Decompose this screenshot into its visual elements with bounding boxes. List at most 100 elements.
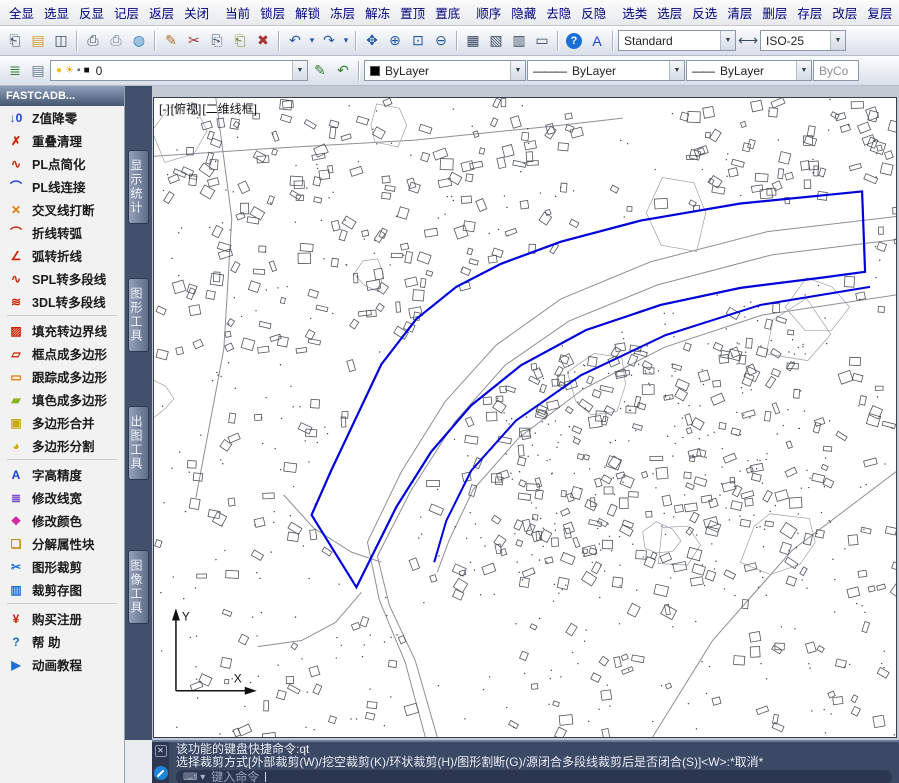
linetype-combo[interactable]: ——— ByLayer ▼ (527, 60, 685, 81)
menu-item[interactable]: 记层 (109, 1, 144, 24)
menu-item[interactable]: 选层 (652, 1, 687, 24)
palette-item[interactable]: ≣修改线宽 (0, 486, 124, 509)
chevron-down-icon[interactable]: ▼ (510, 61, 525, 80)
menu-item[interactable]: 选显 (39, 1, 74, 24)
menu-item[interactable]: 去隐 (541, 1, 576, 24)
menu-item[interactable]: 返层 (144, 1, 179, 24)
command-input[interactable]: ⌨ ▾ 键入命令 (176, 770, 892, 783)
viewport-control[interactable]: [-] (159, 102, 170, 116)
palette-item[interactable]: ∿PL点简化 (0, 152, 124, 175)
pan-icon[interactable]: ✥ (361, 30, 383, 52)
palette-item[interactable]: ▨填充转边界线 (0, 319, 124, 342)
palette-item[interactable]: ❏分解属性块 (0, 532, 124, 555)
palette-item[interactable]: ▥裁剪存图 (0, 578, 124, 601)
palette-item[interactable]: ≋3DL转多段线 (0, 290, 124, 313)
menu-item[interactable]: 复层 (862, 1, 897, 24)
publish-icon[interactable]: ◍ (128, 30, 150, 52)
text-style-combo[interactable]: Standard ▼ (618, 30, 736, 51)
side-tab[interactable]: 显示统计 (128, 150, 149, 224)
menu-item[interactable]: 解锁 (290, 1, 325, 24)
make-object-layer-current-icon[interactable]: ✎ (309, 60, 331, 82)
menu-item[interactable]: 冻层 (325, 1, 360, 24)
undo-list-icon[interactable]: ▾ (307, 30, 317, 52)
palette-item[interactable]: ↓0Z值降零 (0, 106, 124, 129)
palette-item[interactable]: ∠弧转折线 (0, 244, 124, 267)
palette-item[interactable]: ?帮 助 (0, 630, 124, 653)
menu-item[interactable]: 置顶 (395, 1, 430, 24)
layer-properties-icon[interactable]: ≣ (4, 60, 26, 82)
menu-item[interactable]: 改层 (827, 1, 862, 24)
chevron-down-icon[interactable]: ▼ (720, 31, 735, 50)
menu-item[interactable]: 反隐 (576, 1, 611, 24)
menu-item[interactable]: 选类 (617, 1, 652, 24)
palette-item[interactable]: ⌒PL线连接 (0, 175, 124, 198)
open-icon[interactable]: ▤ (27, 30, 49, 52)
chevron-down-icon[interactable]: ▼ (292, 61, 307, 80)
sheet-set-icon[interactable]: ▧ (485, 30, 507, 52)
dim-style-icon[interactable]: ⟷ (737, 30, 759, 52)
menu-item[interactable]: 全显 (4, 1, 39, 24)
color-combo[interactable]: ByLayer ▼ (364, 60, 526, 81)
palette-item[interactable]: ✗重叠清理 (0, 129, 124, 152)
menu-item[interactable]: 清层 (722, 1, 757, 24)
undo-icon[interactable]: ↶ (284, 30, 306, 52)
palette-item[interactable]: ◕多边形分割 (0, 434, 124, 457)
zoom-window-icon[interactable]: ⊡ (407, 30, 429, 52)
palette-item[interactable]: ▱框点成多边形 (0, 342, 124, 365)
new-icon[interactable]: ⎗ (4, 30, 26, 52)
menu-item[interactable]: 反显 (74, 1, 109, 24)
dim-style-combo[interactable]: ISO-25 ▼ (760, 30, 846, 51)
menu-item[interactable]: 当前 (220, 1, 255, 24)
menu-item[interactable]: 顺序 (471, 1, 506, 24)
palette-item[interactable]: ▭跟踪成多边形 (0, 365, 124, 388)
layer-previous-icon[interactable]: ↶ (332, 60, 354, 82)
close-icon[interactable]: ✕ (155, 745, 167, 757)
menu-item[interactable]: 关闭 (179, 1, 214, 24)
drawing-canvas[interactable]: [-][俯视][二维线框] YX (153, 97, 897, 738)
lineweight-combo[interactable]: —— ByLayer ▼ (686, 60, 812, 81)
menu-item[interactable]: 隐藏 (506, 1, 541, 24)
side-tab[interactable]: 图像工具 (128, 550, 149, 624)
zoom-previous-icon[interactable]: ⊖ (430, 30, 452, 52)
help-icon[interactable]: ? (566, 33, 582, 49)
plot-preview-icon[interactable]: ⎙ (105, 30, 127, 52)
menu-item[interactable]: 反选 (687, 1, 722, 24)
match-properties-icon[interactable]: ✎ (160, 30, 182, 52)
cut-icon[interactable]: ✂ (183, 30, 205, 52)
menu-item[interactable]: 锁层 (255, 1, 290, 24)
palette-item[interactable]: ▶动画教程 (0, 653, 124, 676)
chevron-down-icon[interactable]: ▼ (830, 31, 845, 50)
viewports-icon[interactable]: ▦ (462, 30, 484, 52)
side-tab[interactable]: 出图工具 (128, 406, 149, 480)
save-icon[interactable]: ◫ (50, 30, 72, 52)
print-icon[interactable]: ⎙ (82, 30, 104, 52)
customize-icon[interactable] (154, 766, 168, 780)
layer-states-icon[interactable]: ▤ (27, 60, 49, 82)
text-style-icon[interactable]: A (586, 30, 608, 52)
palette-item[interactable]: ✕交叉线打断 (0, 198, 124, 221)
viewport-control[interactable]: [二维线框] (202, 102, 257, 116)
palette-item[interactable]: A字高精度 (0, 463, 124, 486)
menu-item[interactable]: 置底 (430, 1, 465, 24)
palette-item[interactable]: ✂图形裁剪 (0, 555, 124, 578)
menu-item[interactable]: 存层 (792, 1, 827, 24)
layer-combo[interactable]: ●☀▪■ 0 ▼ (50, 60, 308, 81)
palette-item[interactable]: ❖修改颜色 (0, 509, 124, 532)
chevron-down-icon[interactable]: ▼ (796, 61, 811, 80)
palette-item[interactable]: ¥购买注册 (0, 607, 124, 630)
redo-icon[interactable]: ↷ (318, 30, 340, 52)
palette-item[interactable]: ⌒折线转弧 (0, 221, 124, 244)
menu-item[interactable]: 删层 (757, 1, 792, 24)
menu-item[interactable]: 解冻 (360, 1, 395, 24)
copy-icon[interactable]: ⎘ (206, 30, 228, 52)
palette-item[interactable]: ∿SPL转多段线 (0, 267, 124, 290)
chevron-down-icon[interactable]: ▼ (669, 61, 684, 80)
palette-item[interactable]: ▰填色成多边形 (0, 388, 124, 411)
zoom-realtime-icon[interactable]: ⊕ (384, 30, 406, 52)
side-tab[interactable]: 图形工具 (128, 278, 149, 352)
paste-icon[interactable]: ⎗ (229, 30, 251, 52)
field-icon[interactable]: ▭ (531, 30, 553, 52)
erase-icon[interactable]: ✖ (252, 30, 274, 52)
command-history[interactable]: 该功能的键盘快捷命令:qt 选择裁剪方式[外部裁剪(W)/挖空裁剪(K)/环状裁… (169, 742, 899, 783)
viewport-control[interactable]: [俯视] (171, 102, 202, 116)
